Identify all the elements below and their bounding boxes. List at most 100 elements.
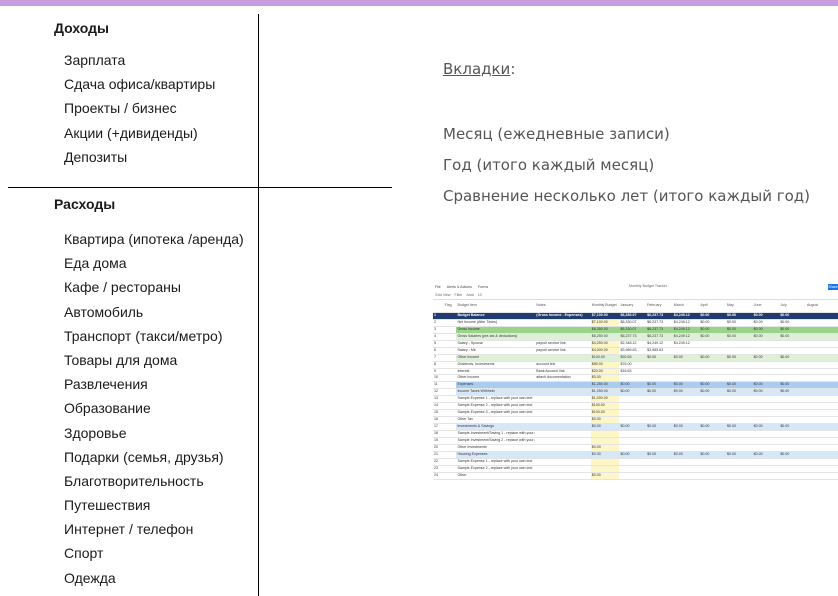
value-cell: $3,989.63 [619,347,647,355]
value-cell: $0.00 [752,312,780,320]
table-row: 10 Other Income attach documentation $0.00 [433,374,838,383]
value-cell: $0.00 [590,374,620,383]
value-cell: $0.00 [590,423,620,431]
expense-item: Транспорт (такси/метро) [64,327,223,344]
row-number: 22 [433,458,444,466]
value-cell [619,472,647,480]
value-cell [646,472,673,480]
notes-cell: payroll service link [535,340,591,348]
budget-item-cell: Net Income (After Taxes) [456,319,536,327]
row-number: 1 [433,312,444,320]
notes-cell [535,430,591,438]
flag-cell [443,340,457,348]
value-cell: $100.00 [590,402,620,411]
tabs-title: Вкладки: [443,60,515,78]
value-cell [699,444,727,452]
table-row: 1 Budget Balance (Gross Income - Expenses)… [433,312,838,320]
value-cell: $6,330.07 [619,326,647,334]
flag-cell [443,381,457,390]
value-cell [699,430,727,438]
value-cell: $0.00 [726,381,753,390]
budget-item-cell: Other Income [456,354,536,362]
value-cell [699,395,727,404]
notes-cell: account link [535,361,591,369]
sheet-menu-item: Forms [477,285,489,289]
value-cell [805,430,838,438]
value-cell [619,416,647,424]
value-cell [805,319,838,327]
value-cell: $0.00 [779,333,806,341]
notes-cell [535,416,591,424]
notes-cell [535,395,591,404]
value-cell [672,347,700,355]
table-row: 21 Housing Expenses $0.00 $0.00 $0.00 $0.00 $0… [433,451,838,459]
value-cell: $0.00 [726,423,753,431]
budget-item-cell: Gross Income [456,326,536,334]
row-number: 8 [433,361,444,369]
row-number: 4 [433,333,444,341]
notes-cell: (Gross Income - Expenses) [535,312,591,320]
value-cell [752,465,780,473]
value-cell [726,465,753,473]
value-cell: $100.00 [590,409,620,418]
value-cell [752,402,780,411]
row-number: 15 [433,409,444,418]
value-cell: $0.00 [646,451,673,459]
budget-item-cell: Sample Investment/Saving 1 - replace wit… [456,430,536,438]
tabs-title-text: Вкладки [443,60,511,78]
expenses-list: Квартира (ипотека /аренда) Еда дома Кафе /… [64,227,244,590]
top-accent-bar [0,0,838,6]
flag-cell [443,472,457,480]
notes-cell [535,451,591,459]
value-cell [752,472,780,480]
flag-cell [443,465,457,473]
value-cell [646,368,673,376]
table-row: 15 Sample Expense 3 - replace with your o… [433,409,838,418]
sheet-menu-item: Alerts & Actions [446,285,472,289]
value-cell: $4,249.12 [646,340,673,348]
value-cell [752,437,780,445]
expenses-heading: Расходы [54,196,116,212]
row-number: 5 [433,340,444,348]
value-cell [726,437,753,445]
value-cell: $4,249.12 [672,326,700,334]
notes-cell: Bank Account link [535,368,591,376]
value-cell: $0.00 [672,381,700,390]
notes-cell [535,326,591,334]
flag-cell [443,409,457,418]
value-cell [672,402,700,411]
value-cell: $0.00 [590,451,620,459]
value-cell: $7,100.00 [590,312,620,320]
value-cell [619,430,647,438]
value-cell [699,347,727,355]
value-cell: $6,237.73 [646,319,673,327]
value-cell [752,347,780,355]
value-cell: $0.00 [672,354,700,362]
flag-cell [443,361,457,369]
value-cell [779,437,806,445]
value-cell: $6,237.73 [646,312,673,320]
value-cell: $0.00 [646,423,673,431]
value-cell [699,340,727,348]
value-cell [619,465,647,473]
value-cell [779,430,806,438]
flag-cell [443,368,457,376]
value-cell: $8,350.00 [590,326,620,334]
table-row: 17 Investments & Savings $0.00 $0.00 $0.00 $0… [433,423,838,431]
value-cell [726,444,753,452]
value-cell [726,374,753,383]
value-cell: $0.00 [672,388,700,397]
value-cell [646,465,673,473]
value-cell: $0.00 [752,451,780,459]
value-cell: $4,249.12 [672,319,700,327]
value-cell [699,374,727,383]
value-cell [752,458,780,466]
value-cell [752,395,780,404]
value-cell: $0.00 [752,326,780,334]
flag-cell [443,458,457,466]
value-cell [726,347,753,355]
table-row: 3 Gross Income $8,350.00 $6,330.07 $6,237.73… [433,326,838,334]
income-item: Депозиты [64,148,128,165]
tabs-title-colon: : [510,60,516,78]
value-cell [699,458,727,466]
